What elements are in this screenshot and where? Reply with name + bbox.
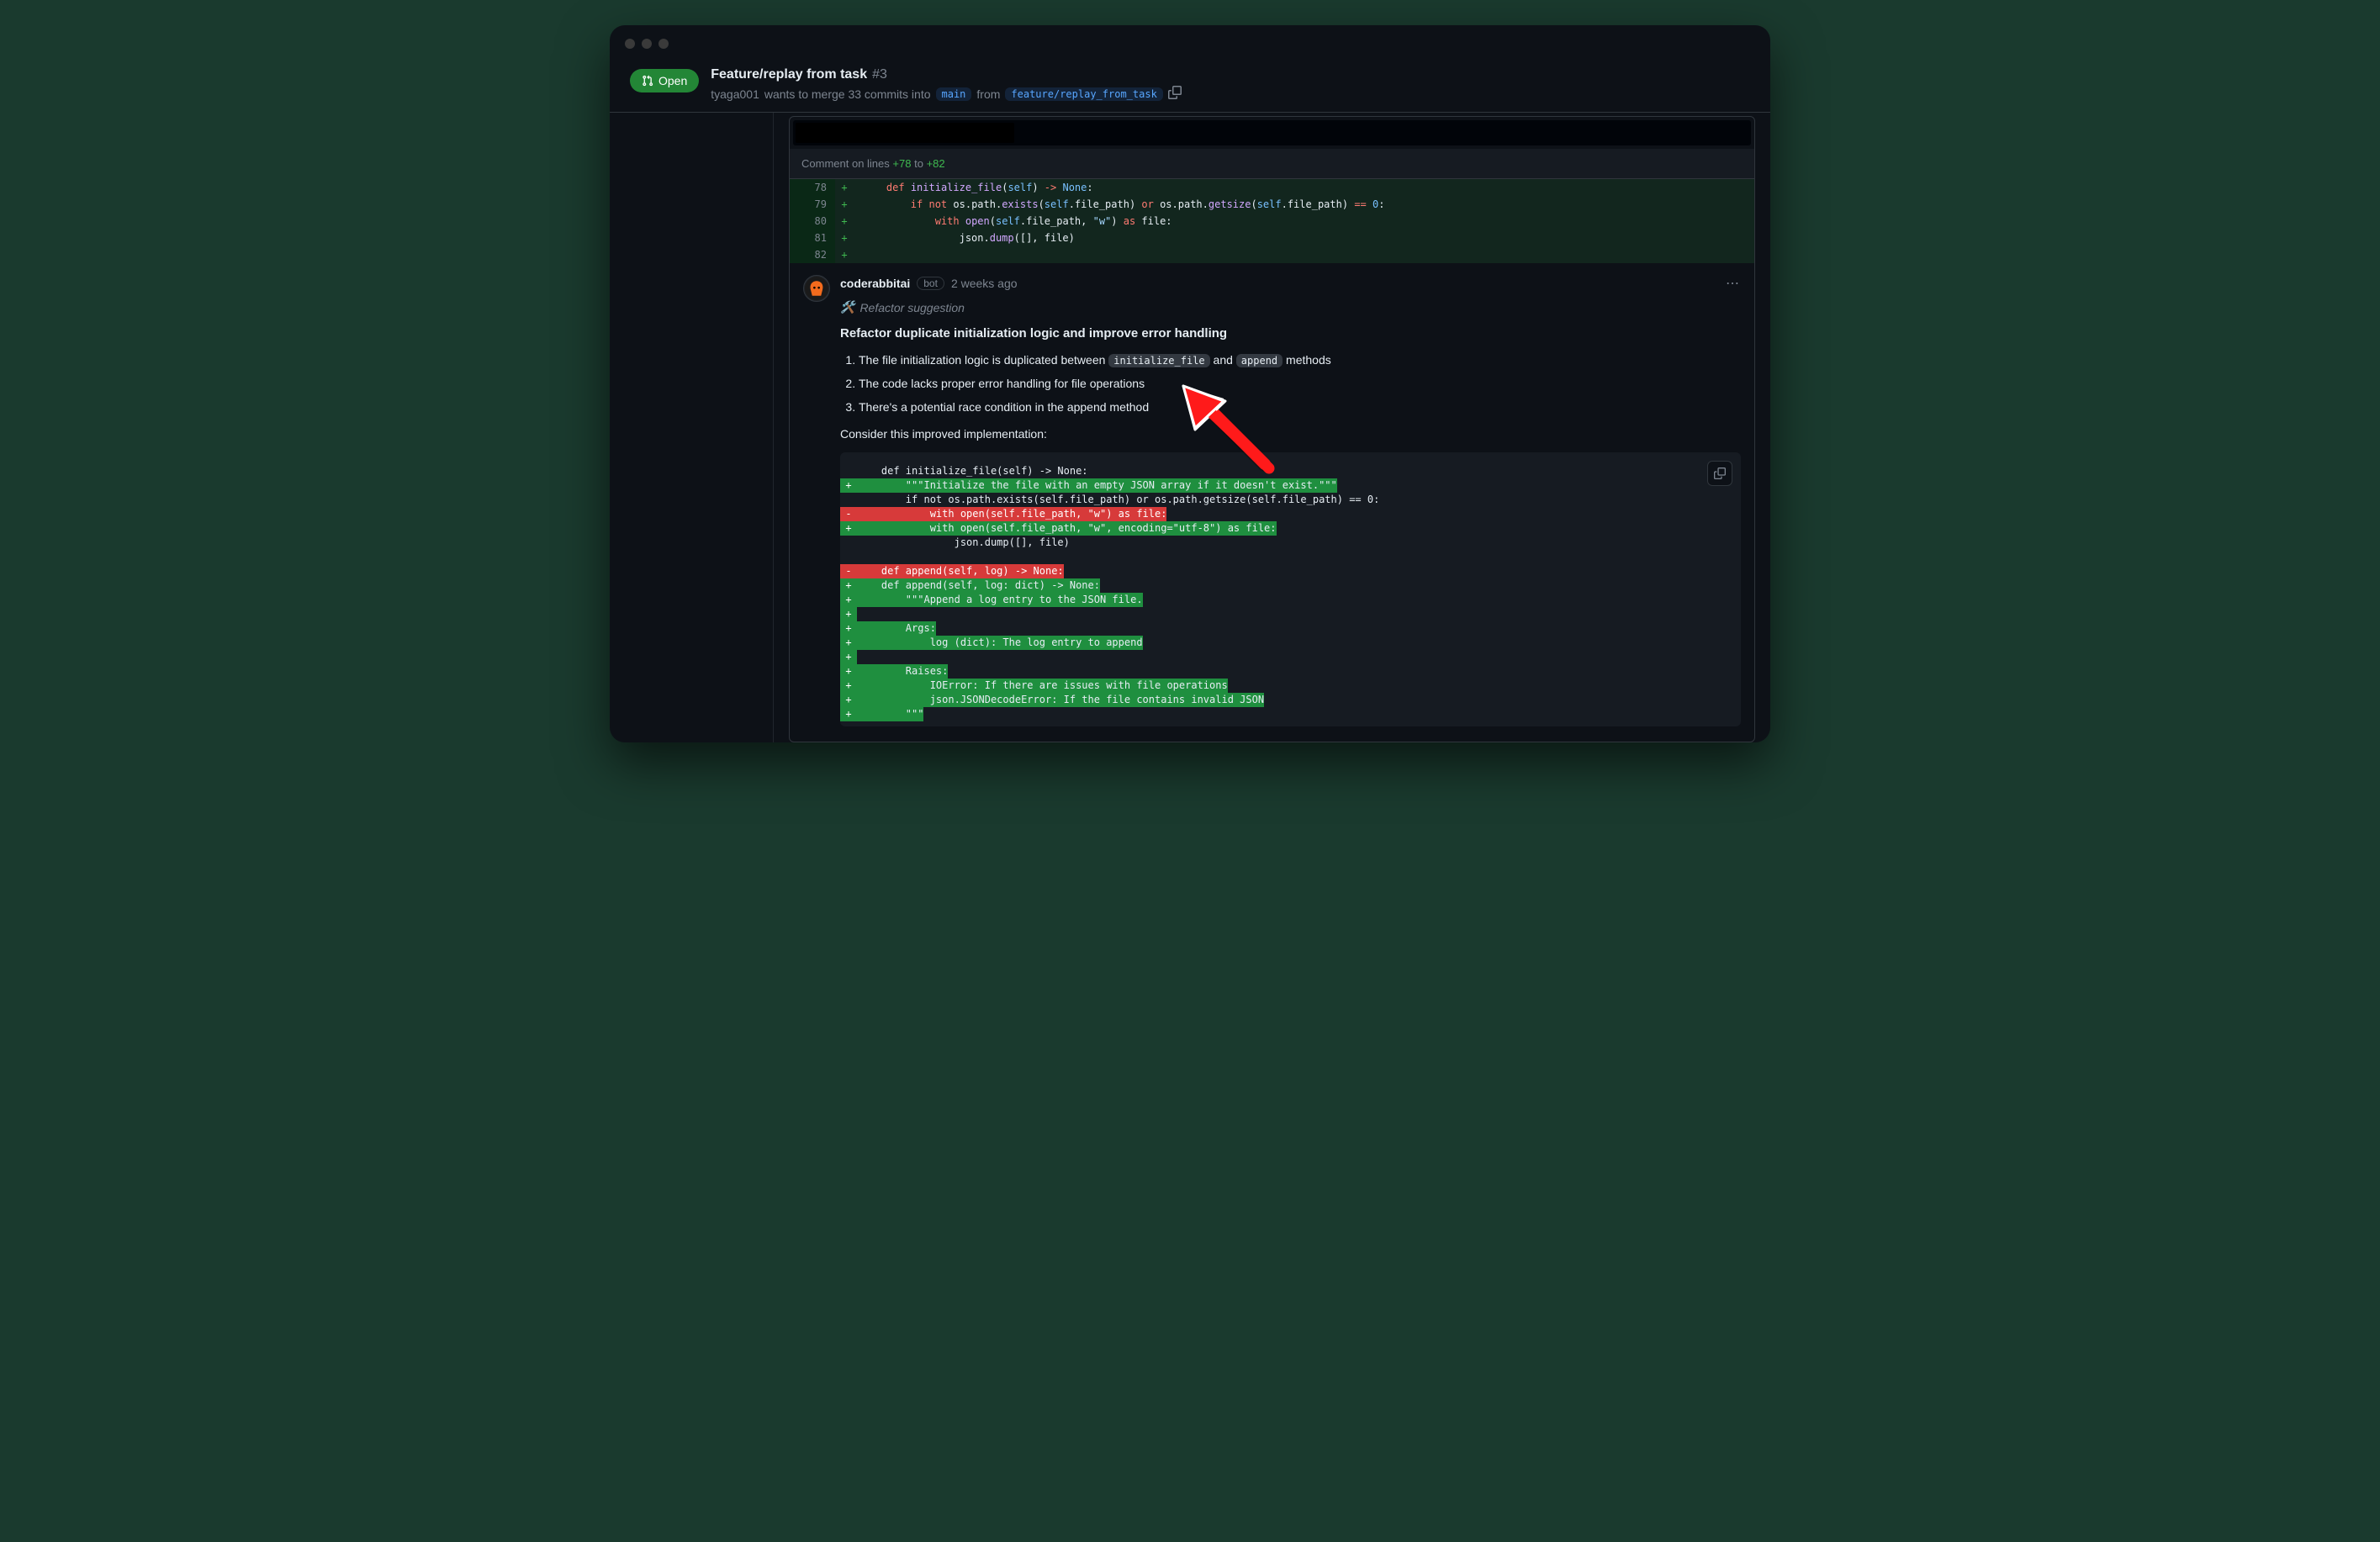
bot-badge: bot (917, 277, 944, 290)
merge-text: wants to merge 33 commits into (764, 87, 931, 101)
diff-line: - with open(self.file_path, "w") as file… (840, 507, 1741, 521)
pr-subtitle: tyaga001 wants to merge 33 commits into … (711, 86, 1750, 102)
diff-line: json.dump([], file) (840, 536, 1741, 550)
pr-author[interactable]: tyaga001 (711, 87, 759, 101)
code-row: 78+ def initialize_file(self) -> None: (790, 179, 1754, 196)
diff-line: + json.JSONDecodeError: If the file cont… (840, 693, 1741, 707)
avatar[interactable] (803, 275, 830, 302)
point-3: There's a potential race condition in th… (859, 398, 1741, 418)
lines-to: +82 (927, 157, 945, 170)
tools-icon: 🛠️ (840, 300, 854, 314)
code-row: 80+ with open(self.file_path, "w") as fi… (790, 213, 1754, 230)
diff-line: - def append(self, log) -> None: (840, 564, 1741, 578)
head-branch[interactable]: feature/replay_from_task (1005, 87, 1162, 101)
diff-line: + (840, 607, 1741, 621)
diff-line: + def append(self, log: dict) -> None: (840, 578, 1741, 593)
conversation: Comment on lines +78 to +82 78+ def init… (774, 113, 1770, 742)
point-2: The code lacks proper error handling for… (859, 374, 1741, 394)
comment-header: coderabbitai bot 2 weeks ago ⋯ (840, 275, 1741, 292)
code-row: 79+ if not os.path.exists(self.file_path… (790, 196, 1754, 213)
traffic-light-close[interactable] (625, 39, 635, 49)
diff-line: def initialize_file(self) -> None: (840, 464, 1741, 478)
lines-to-label: to (914, 157, 923, 170)
traffic-light-zoom[interactable] (658, 39, 669, 49)
copy-icon (1714, 467, 1726, 479)
point-1: The file initialization logic is duplica… (859, 351, 1741, 371)
suggestion-label-text: Refactor suggestion (859, 301, 965, 314)
consider-text: Consider this improved implementation: (840, 427, 1741, 441)
status-badge: Open (630, 69, 699, 92)
comment-actions-menu[interactable]: ⋯ (1726, 275, 1741, 292)
code-row: 81+ json.dump([], file) (790, 230, 1754, 246)
diff-line: + Args: (840, 621, 1741, 636)
pull-request-icon (642, 75, 653, 87)
diff-line: + """Initialize the file with an empty J… (840, 478, 1741, 493)
lines-range: Comment on lines +78 to +82 (790, 149, 1754, 179)
base-branch[interactable]: main (936, 87, 972, 101)
suggestion-label: 🛠️ Refactor suggestion (840, 300, 1741, 314)
diff-line: if not os.path.exists(self.file_path) or… (840, 493, 1741, 507)
traffic-light-minimize[interactable] (642, 39, 652, 49)
inline-code: append (1236, 354, 1283, 367)
redacted-path (793, 120, 1751, 145)
diff-line: + (840, 650, 1741, 664)
review-comment: coderabbitai bot 2 weeks ago ⋯ 🛠️ Refact… (790, 263, 1754, 742)
suggested-diff: def initialize_file(self) -> None:+ """I… (840, 452, 1741, 726)
timeline-gutter (610, 113, 774, 742)
pr-titlebox: Feature/replay from task #3 tyaga001 wan… (711, 67, 1750, 102)
suggestion-points: The file initialization logic is duplica… (859, 351, 1741, 417)
code-snippet: 78+ def initialize_file(self) -> None:79… (790, 179, 1754, 263)
diff-line: + with open(self.file_path, "w", encodin… (840, 521, 1741, 536)
status-label: Open (658, 74, 687, 87)
pr-title: Feature/replay from task (711, 67, 867, 82)
comment-author[interactable]: coderabbitai (840, 277, 910, 290)
suggestion-title: Refactor duplicate initialization logic … (840, 326, 1741, 341)
lines-from: +78 (892, 157, 911, 170)
diff-line: + Raises: (840, 664, 1741, 679)
comment-timestamp: 2 weeks ago (951, 277, 1018, 290)
code-row: 82+ (790, 246, 1754, 263)
copy-button[interactable] (1707, 461, 1732, 486)
review-thread: Comment on lines +78 to +82 78+ def init… (789, 116, 1755, 742)
diff-line: + """Append a log entry to the JSON file… (840, 593, 1741, 607)
pr-header: Open Feature/replay from task #3 tyaga00… (610, 62, 1770, 113)
lines-prefix: Comment on lines (801, 157, 890, 170)
app-window: Open Feature/replay from task #3 tyaga00… (610, 25, 1770, 742)
diff-line: + IOError: If there are issues with file… (840, 679, 1741, 693)
window-titlebar (610, 25, 1770, 62)
diff-line (840, 550, 1741, 564)
from-label: from (976, 87, 1000, 101)
inline-code: initialize_file (1108, 354, 1209, 367)
pr-number: #3 (872, 67, 887, 82)
diff-line: + log (dict): The log entry to append (840, 636, 1741, 650)
diff-line: + """ (840, 707, 1741, 721)
copy-branch-icon[interactable] (1168, 86, 1182, 102)
